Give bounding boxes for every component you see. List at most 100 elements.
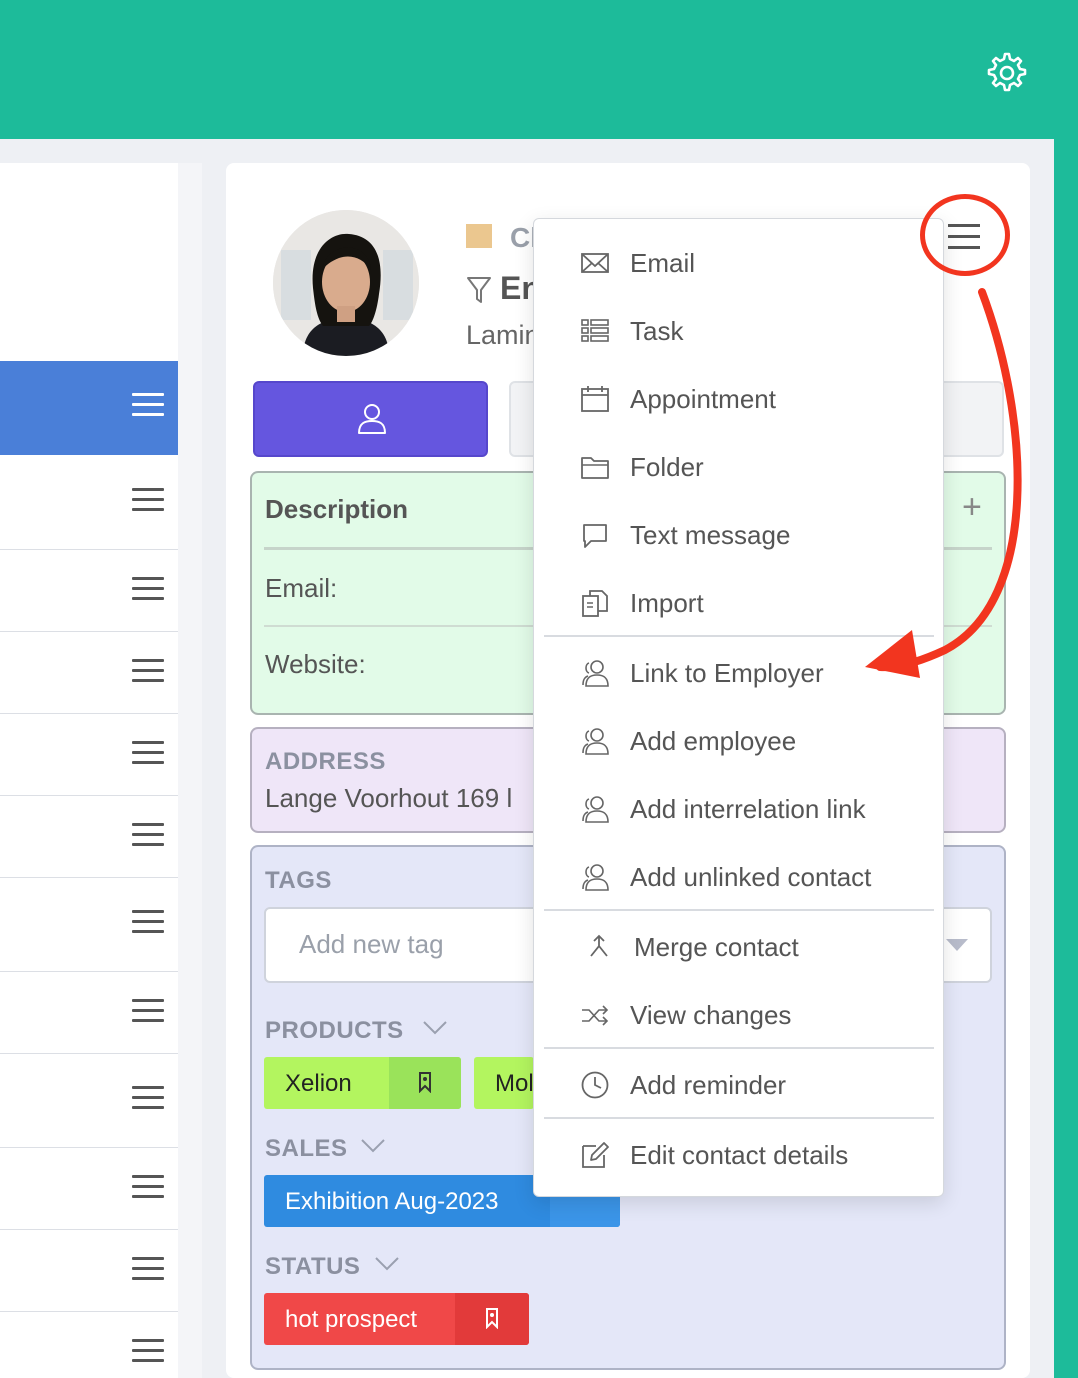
list-item[interactable] <box>0 714 178 796</box>
menu-divider <box>544 635 934 637</box>
menu-item-add-employee[interactable]: Add employee <box>534 712 945 772</box>
menu-item-label: Email <box>630 248 696 278</box>
list-item[interactable] <box>0 796 178 878</box>
menu-item-text-message[interactable]: Text message <box>534 506 945 566</box>
row-menu-icon[interactable] <box>132 741 164 765</box>
menu-divider <box>544 1047 934 1049</box>
row-menu-icon[interactable] <box>132 1257 164 1281</box>
row-menu-icon[interactable] <box>132 393 164 417</box>
tags-caption: TAGS <box>265 867 332 894</box>
category-color-swatch <box>466 224 492 248</box>
product-tag-end <box>389 1057 461 1109</box>
filter-icon <box>467 277 491 303</box>
row-menu-icon[interactable] <box>132 1175 164 1199</box>
product-tag[interactable]: Mol <box>474 1057 534 1109</box>
menu-item-label: Appointment <box>630 384 776 414</box>
row-menu-icon[interactable] <box>132 823 164 847</box>
address-caption: ADDRESS <box>265 748 386 775</box>
chevron-down-icon[interactable] <box>422 1019 448 1037</box>
row-menu-icon[interactable] <box>132 999 164 1023</box>
menu-item-import[interactable]: Import <box>534 574 945 634</box>
menu-item-task[interactable]: Task <box>534 302 945 362</box>
list-item[interactable] <box>0 1230 178 1312</box>
person-tab-button[interactable] <box>253 381 488 457</box>
description-title: Description <box>265 494 409 524</box>
row-menu-icon[interactable] <box>132 1086 164 1110</box>
sales-caption: SALES <box>265 1135 348 1162</box>
add-tag-placeholder: Add new tag <box>299 929 444 959</box>
row-menu-icon[interactable] <box>132 910 164 934</box>
menu-item-edit-contact-details[interactable]: Edit contact details <box>534 1126 945 1186</box>
bookmark-icon[interactable] <box>417 1071 433 1093</box>
menu-item-label: Add interrelation link <box>630 794 866 824</box>
chevron-down-icon[interactable] <box>374 1255 400 1273</box>
menu-item-link-to-employer[interactable]: Link to Employer <box>534 644 945 704</box>
gear-icon[interactable] <box>984 50 1030 96</box>
person-icon <box>358 404 386 434</box>
menu-item-add-interrelation-link[interactable]: Add interrelation link <box>534 780 945 840</box>
add-description-button[interactable]: + <box>962 488 982 527</box>
list-item[interactable] <box>0 1148 178 1230</box>
contact-list-panel <box>0 163 202 1378</box>
shuffle-icon <box>582 1005 609 1026</box>
list-item[interactable] <box>0 972 178 1054</box>
status-tag-label: hot prospect <box>285 1306 418 1333</box>
menu-item-label: Task <box>630 316 684 346</box>
chevron-down-icon[interactable] <box>360 1137 386 1155</box>
menu-item-label: Add unlinked contact <box>630 862 872 892</box>
speech-bubble-icon <box>583 524 607 548</box>
product-tag[interactable]: Xelion <box>264 1057 461 1109</box>
right-edge-strip <box>1054 139 1078 1378</box>
avatar <box>273 210 419 356</box>
email-label: Email: <box>265 573 338 603</box>
folder-icon <box>581 457 609 479</box>
product-tag-label: Xelion <box>285 1070 352 1097</box>
users-icon <box>582 728 609 755</box>
menu-item-label: Import <box>630 588 704 618</box>
contact-actions-menu: Email Task Appointment Folder Text messa… <box>533 218 944 1197</box>
menu-item-email[interactable]: Email <box>534 234 945 294</box>
chevron-down-icon[interactable] <box>944 937 970 953</box>
list-item[interactable] <box>0 1312 178 1378</box>
address-value: Lange Voorhout 169 l <box>265 783 513 813</box>
menu-item-view-changes[interactable]: View changes <box>534 986 945 1046</box>
products-caption: PRODUCTS <box>265 1017 404 1044</box>
menu-item-label: Text message <box>630 520 791 550</box>
users-icon <box>582 796 609 823</box>
list-item[interactable] <box>0 632 178 714</box>
menu-item-folder[interactable]: Folder <box>534 438 945 498</box>
import-icon <box>582 590 608 617</box>
calendar-icon <box>581 386 609 412</box>
menu-item-label: Merge contact <box>634 932 799 962</box>
menu-item-label: Add reminder <box>630 1070 787 1100</box>
menu-item-merge-contact[interactable]: Merge contact <box>534 918 945 978</box>
list-item[interactable] <box>0 1054 178 1148</box>
row-menu-icon[interactable] <box>132 488 164 512</box>
annotation-highlight-circle <box>920 194 1010 276</box>
menu-item-label: View changes <box>630 1000 792 1030</box>
contact-company: Lamin <box>466 320 540 350</box>
contact-list <box>0 163 178 1378</box>
menu-divider <box>544 909 934 911</box>
row-menu-icon[interactable] <box>132 659 164 683</box>
list-item[interactable] <box>0 550 178 632</box>
menu-item-add-reminder[interactable]: Add reminder <box>534 1056 945 1116</box>
edit-icon <box>582 1142 609 1168</box>
row-menu-icon[interactable] <box>132 1339 164 1363</box>
menu-item-label: Edit contact details <box>630 1140 849 1170</box>
website-label: Website: <box>265 649 366 679</box>
status-tag[interactable]: hot prospect <box>264 1293 529 1345</box>
status-caption: STATUS <box>265 1253 361 1280</box>
bookmark-icon[interactable] <box>484 1307 500 1329</box>
users-icon <box>582 660 609 687</box>
menu-item-appointment[interactable]: Appointment <box>534 370 945 430</box>
list-item-active[interactable] <box>0 361 178 455</box>
list-item[interactable] <box>0 878 178 972</box>
menu-item-label: Link to Employer <box>630 658 824 688</box>
avatar-portrait <box>273 210 419 356</box>
clock-icon <box>581 1071 609 1099</box>
list-item[interactable] <box>0 455 178 550</box>
status-tag-end <box>455 1293 529 1345</box>
menu-item-add-unlinked-contact[interactable]: Add unlinked contact <box>534 848 945 908</box>
row-menu-icon[interactable] <box>132 577 164 601</box>
